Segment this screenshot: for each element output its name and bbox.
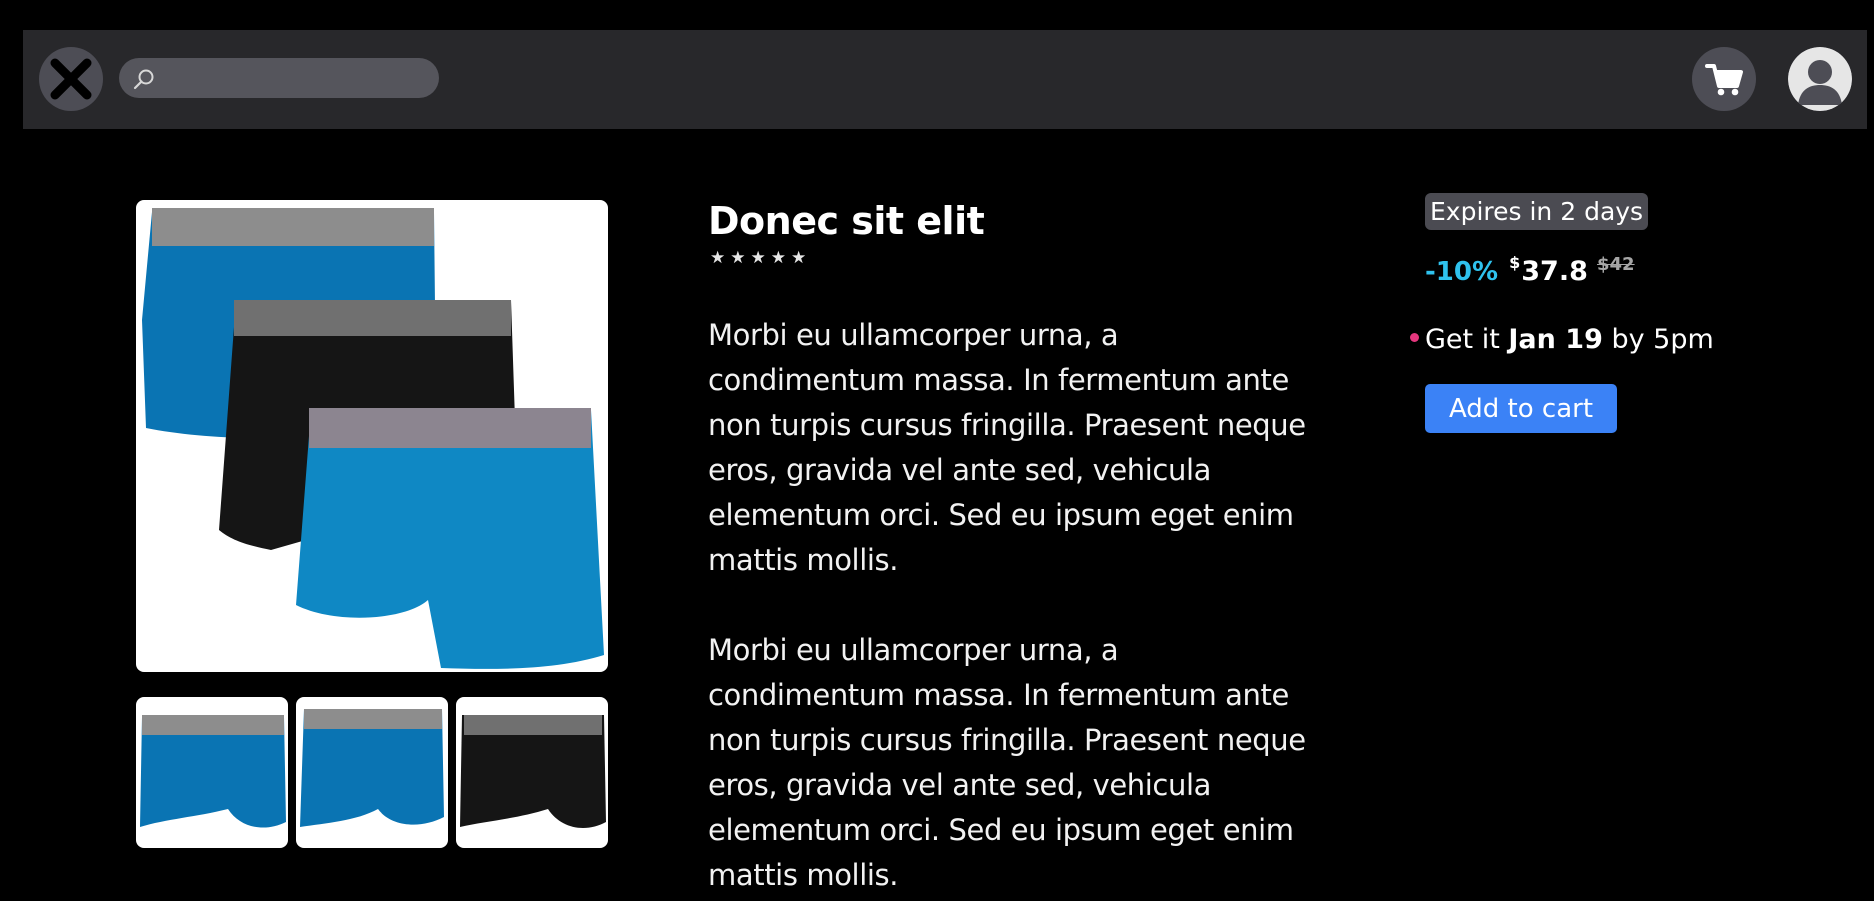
thumbnail-3[interactable] <box>456 697 608 848</box>
product-description: Morbi eu ullamcorper urna, a condimentum… <box>708 633 1306 892</box>
price-row: -10% $37.8 $42 <box>1425 253 1635 293</box>
product-main-image <box>136 200 608 672</box>
product-title: Donec sit elit <box>708 199 985 243</box>
delivery-date: Jan 19 <box>1508 324 1603 355</box>
top-navigation-bar <box>23 30 1867 129</box>
delivery-info: Get it Jan 19 by 5pm <box>1410 322 1714 358</box>
rating-stars: ★ ★ ★ ★ ★ <box>710 248 806 268</box>
delivery-suffix: by 5pm <box>1611 324 1714 355</box>
expiry-badge: Expires in 2 days <box>1425 193 1649 230</box>
search-input[interactable] <box>167 58 431 100</box>
star-icon: ★ <box>710 248 726 268</box>
current-price: $37.8 <box>1509 253 1588 287</box>
star-icon: ★ <box>791 248 807 268</box>
user-avatar[interactable] <box>1788 47 1852 111</box>
delivery-prefix: Get it <box>1425 324 1500 355</box>
price-value: 37.8 <box>1521 256 1588 287</box>
delivery-dot-icon <box>1410 333 1419 342</box>
blue-boxer-back-thumbnail <box>300 709 444 827</box>
star-icon: ★ <box>770 248 786 268</box>
cart-icon <box>1705 64 1743 96</box>
black-boxer-thumbnail <box>460 715 606 829</box>
search-icon <box>133 69 154 90</box>
cart-button[interactable] <box>1692 47 1756 111</box>
thumbnail-1[interactable] <box>136 697 288 848</box>
blue-boxer-front-thumbnail <box>140 715 286 828</box>
thumbnail-2[interactable] <box>296 697 448 848</box>
star-icon: ★ <box>750 248 766 268</box>
user-avatar-icon <box>1788 47 1852 111</box>
star-icon: ★ <box>730 248 746 268</box>
search-bar[interactable] <box>119 58 439 100</box>
original-price: $42 <box>1596 254 1635 275</box>
boxer-briefs-3-pack-image <box>142 208 604 669</box>
product-description: Morbi eu ullamcorper urna, a condimentum… <box>708 318 1306 577</box>
discount-label: -10% <box>1425 257 1499 287</box>
currency-symbol: $ <box>1509 253 1521 272</box>
add-to-cart-button[interactable]: Add to cart <box>1425 384 1617 433</box>
close-x-logo-icon[interactable] <box>39 47 103 111</box>
